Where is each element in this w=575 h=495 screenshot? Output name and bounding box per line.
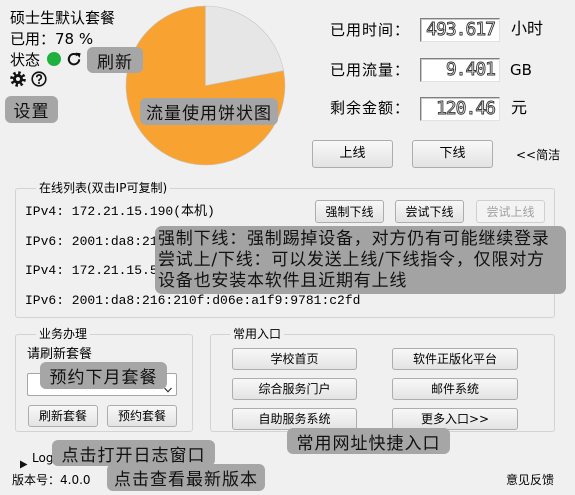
balance-unit: 元 (511, 98, 528, 117)
used-time-label: 已用时间： (330, 21, 411, 39)
shortcut-mail-button[interactable]: 邮件系统 (392, 378, 518, 400)
used-traffic-label: 已用流量： (330, 61, 411, 79)
log-annotation: 点击打开日志窗口 (52, 440, 215, 466)
online-device-entry[interactable]: IPv6: 2001:da8:21 (25, 233, 158, 251)
force-offline-button[interactable]: 强制下线 (315, 200, 384, 223)
reserve-package-button[interactable]: 预约套餐 (107, 405, 177, 427)
refresh-icon[interactable] (66, 51, 82, 67)
gear-icon[interactable] (10, 71, 26, 87)
online-button[interactable]: 上线 (312, 140, 393, 168)
offline-button[interactable]: 下线 (412, 140, 493, 168)
refresh-package-button[interactable]: 刷新套餐 (28, 405, 98, 427)
compact-mode-link[interactable]: <<简洁 (516, 148, 560, 162)
usage-percent: 已用：78 % (10, 30, 94, 48)
package-name: 硕士生默认套餐 (10, 9, 116, 27)
pie-chart-annotation: 流量使用饼状图 (140, 98, 278, 125)
version-label[interactable]: 版本号：4.0.0 (12, 473, 91, 487)
feedback-link[interactable]: 意见反馈 (506, 473, 554, 487)
shortcut-school-homepage-button[interactable]: 学校首页 (232, 348, 357, 370)
shortcuts-title: 常用入口 (230, 327, 285, 341)
shortcuts-annotation: 常用网址快捷入口 (287, 428, 450, 454)
used-traffic-unit: GB (510, 61, 532, 79)
settings-annotation: 设置 (5, 96, 58, 123)
refresh-annotation: 刷新 (87, 47, 143, 73)
status-indicator (47, 52, 61, 66)
triangle-right-icon (19, 454, 28, 469)
business-title: 业务办理 (36, 327, 91, 341)
version-annotation: 点击查看最新版本 (107, 464, 265, 491)
annotation-line: 强制下线：强制踢掉设备，对方仍有可能继续登录 (158, 229, 550, 249)
status-label: 状态 (10, 51, 41, 69)
balance-value: 120.46 (420, 97, 500, 121)
used-time-value: 493.617 (420, 18, 500, 42)
shortcut-more-button[interactable]: 更多入口>> (392, 408, 518, 430)
used-traffic-value: 9.401 (420, 58, 500, 82)
help-icon[interactable] (31, 71, 47, 87)
online-list-title: 在线列表(双击IP可复制) (36, 181, 171, 195)
try-offline-button[interactable]: 尝试下线 (395, 200, 464, 223)
annotation-line: 设备也安装本软件且近期有上线 (158, 271, 408, 291)
shortcut-software-platform-button[interactable]: 软件正版化平台 (392, 348, 518, 370)
online-device-entry[interactable]: IPv6: 2001:da8:216:210f:d06e:a1f9:9781:c… (25, 292, 360, 310)
used-time-unit: 小时 (511, 19, 544, 38)
balance-label: 剩余金额： (330, 99, 411, 117)
online-device-entry[interactable]: IPv4: 172.21.15.5 (25, 262, 158, 280)
shortcut-self-service-button[interactable]: 自助服务系统 (232, 408, 357, 430)
try-online-button[interactable]: 尝试上线 (476, 200, 545, 223)
traffic-pie-chart (125, 5, 286, 166)
online-list-annotation: 强制下线：强制踢掉设备，对方仍有可能继续登录 尝试上/下线：可以发送上线/下线指… (155, 226, 566, 294)
app-window: 硕士生默认套餐 已用：78 % 状态 已用时间： 493.617 小时 已用流量… (0, 0, 575, 495)
online-device-entry[interactable]: IPv4: 172.21.15.190(本机) (25, 203, 215, 221)
refresh-package-hint: 请刷新套餐 (27, 347, 93, 362)
log-label: Log (32, 451, 54, 465)
shortcut-service-portal-button[interactable]: 综合服务门户 (232, 378, 357, 400)
reserve-annotation: 预约下月套餐 (40, 362, 167, 389)
annotation-line: 尝试上/下线：可以发送上线/下线指令，仅限对方 (158, 250, 545, 270)
